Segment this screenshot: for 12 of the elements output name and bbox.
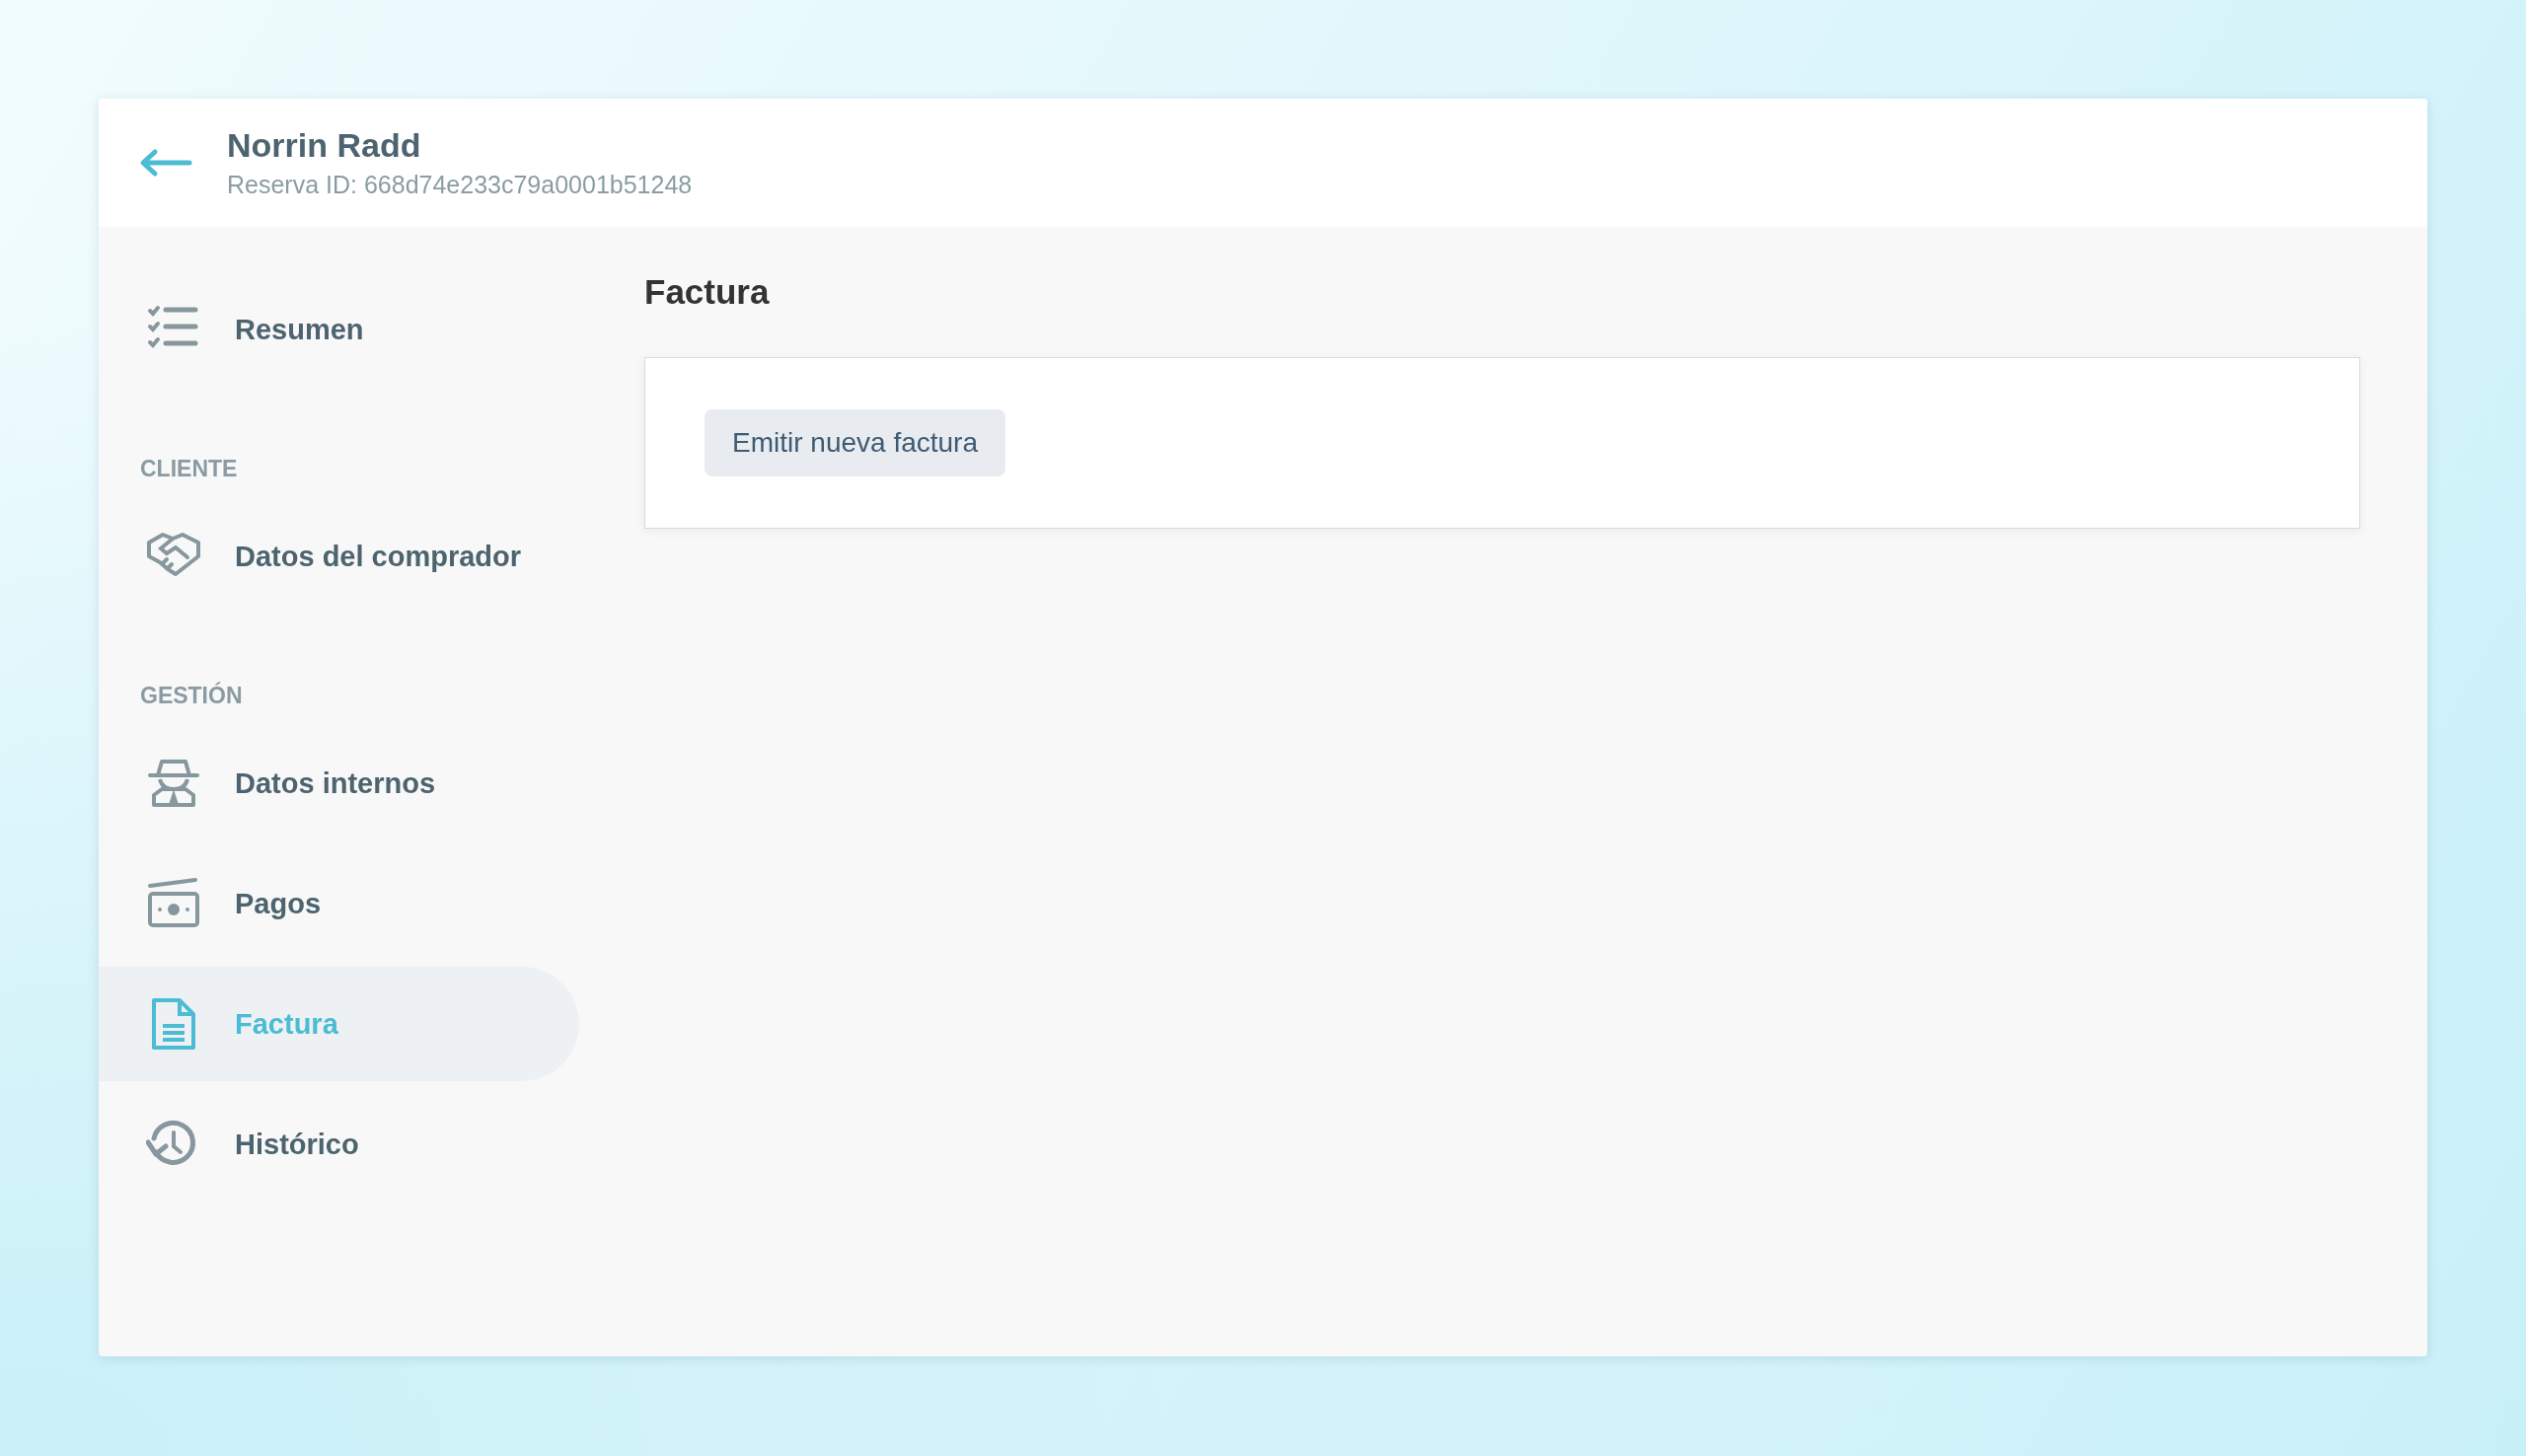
- section-heading: GESTIÓN: [140, 683, 244, 709]
- section-title: Factura: [644, 272, 771, 312]
- sidebar-item[interactable]: Resumen: [99, 272, 579, 387]
- customer-name: Norrin Radd: [227, 126, 422, 165]
- new-invoice-button[interactable]: Emitir nueva factura: [705, 409, 1005, 476]
- sidebar-item[interactable]: Datos internos: [99, 726, 579, 840]
- sidebar-item[interactable]: Histórico: [99, 1087, 579, 1201]
- back-arrow-icon[interactable]: [138, 148, 193, 178]
- sidebar-item[interactable]: Datos del comprador: [99, 499, 579, 614]
- sidebar-item[interactable]: Pagos: [99, 846, 579, 961]
- reservation-id: Reserva ID: 668d74e233c79a0001b51248: [227, 171, 693, 199]
- section-heading: CLIENTE: [140, 456, 239, 482]
